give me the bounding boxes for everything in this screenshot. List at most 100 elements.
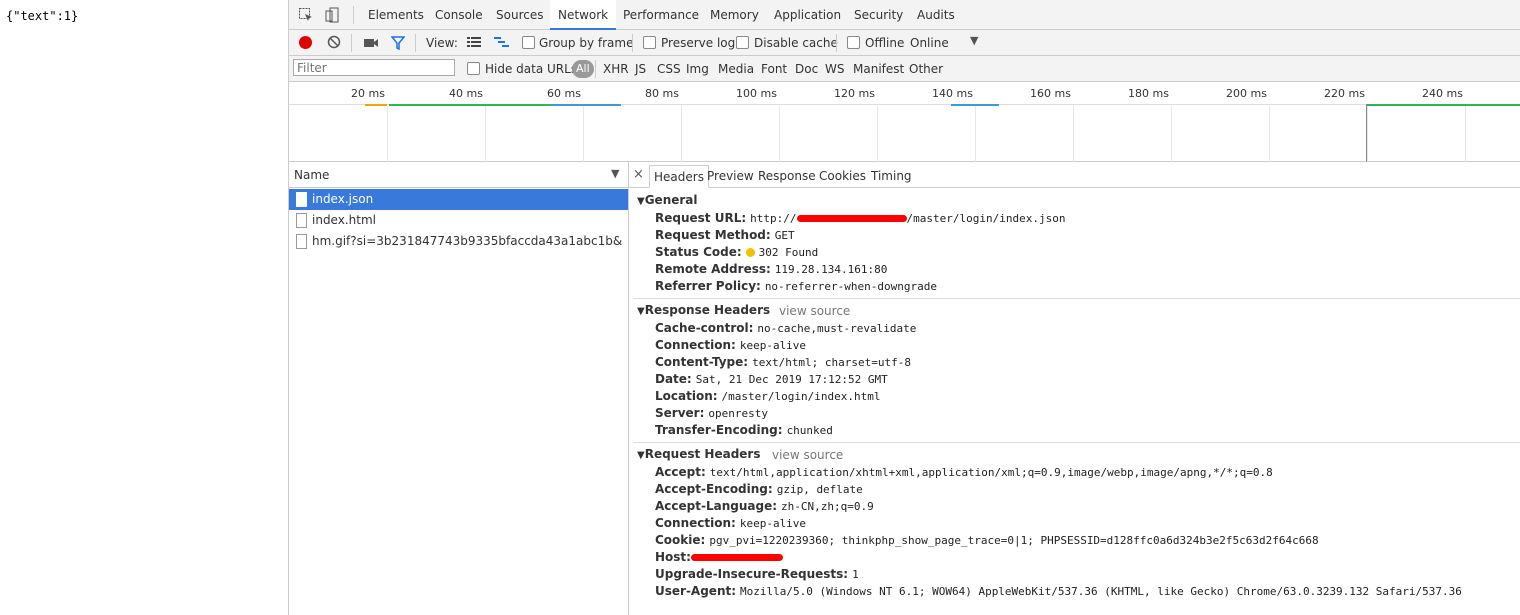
disclosure-triangle-icon: ▼ bbox=[637, 450, 645, 461]
timeline-gridline bbox=[387, 106, 388, 162]
toolbar-divider bbox=[351, 34, 352, 52]
disable-cache-label: Disable cache bbox=[754, 36, 838, 50]
status-indicator-icon bbox=[745, 248, 755, 257]
header-key: Cookie: bbox=[655, 533, 706, 547]
timeline-tick-label: 240 ms bbox=[1422, 87, 1463, 100]
tab-network[interactable]: Network bbox=[550, 0, 617, 30]
header-key: Upgrade-Insecure-Requests: bbox=[655, 567, 849, 581]
tab-elements[interactable]: Elements bbox=[360, 0, 432, 30]
filter-input[interactable] bbox=[293, 59, 455, 76]
header-value-prefix: http:// bbox=[750, 212, 797, 225]
filter-type-ws[interactable]: WS bbox=[825, 62, 844, 76]
header-row: Date: Sat, 21 Dec 2019 17:12:52 GMT bbox=[655, 372, 888, 386]
detail-tab-headers[interactable]: Headers bbox=[649, 165, 709, 188]
filter-type-other[interactable]: Other bbox=[909, 62, 943, 76]
filter-type-all[interactable]: All bbox=[572, 60, 594, 78]
filter-type-font[interactable]: Font bbox=[761, 62, 787, 76]
tab-sources[interactable]: Sources bbox=[488, 0, 551, 30]
header-key: Transfer-Encoding: bbox=[655, 423, 783, 437]
devtools-panel: Elements Console Sources Network Performance… bbox=[288, 0, 1520, 615]
detail-tab-cookies[interactable]: Cookies bbox=[815, 165, 870, 188]
header-key: Remote Address: bbox=[655, 262, 771, 276]
header-key: Cache-control: bbox=[655, 321, 754, 335]
document-icon bbox=[296, 213, 307, 228]
request-row[interactable]: index.json bbox=[289, 189, 628, 210]
timeline-tick-label: 60 ms bbox=[547, 87, 581, 100]
header-row: Accept-Language: zh-CN,zh;q=0.9 bbox=[655, 499, 874, 513]
record-icon[interactable] bbox=[299, 36, 312, 49]
tab-console[interactable]: Console bbox=[427, 0, 491, 30]
group-by-frame-checkbox[interactable] bbox=[522, 36, 535, 49]
timeline-bar-waiting bbox=[365, 104, 387, 106]
response-view-source-link[interactable]: view source bbox=[779, 304, 850, 318]
timeline-tick-label: 20 ms bbox=[351, 87, 385, 100]
header-row: Connection: keep-alive bbox=[655, 516, 806, 530]
timeline-overview[interactable]: 20 ms 40 ms 60 ms 80 ms 100 ms 120 ms 140 ms 16… bbox=[289, 82, 1520, 162]
filter-icon[interactable] bbox=[390, 36, 406, 53]
header-key: Request Method: bbox=[655, 228, 771, 242]
header-key: Accept-Encoding: bbox=[655, 482, 773, 496]
inspect-element-icon[interactable] bbox=[298, 7, 314, 23]
response-headers-label: Response Headers bbox=[644, 303, 771, 317]
filter-type-img[interactable]: Img bbox=[686, 62, 709, 76]
screenshot-camera-icon[interactable] bbox=[363, 36, 379, 53]
filter-type-doc[interactable]: Doc bbox=[795, 62, 818, 76]
large-rows-icon[interactable] bbox=[467, 36, 481, 51]
device-toolbar-icon[interactable] bbox=[324, 7, 340, 23]
header-value-suffix: /master/login/index.json bbox=[906, 212, 1066, 225]
tab-audits[interactable]: Audits bbox=[909, 0, 963, 30]
redaction-mark bbox=[690, 554, 783, 561]
disable-cache-checkbox[interactable] bbox=[736, 36, 749, 49]
timeline-tick-label: 200 ms bbox=[1226, 87, 1267, 100]
view-label: View: bbox=[426, 36, 458, 50]
request-list-header[interactable]: Name ▼ bbox=[289, 162, 628, 188]
tab-memory[interactable]: Memory bbox=[702, 0, 767, 30]
timeline-tick-label: 80 ms bbox=[645, 87, 679, 100]
timeline-tick-label: 100 ms bbox=[736, 87, 777, 100]
request-row[interactable]: hm.gif?si=3b231847743b9335bfaccda43a1abc… bbox=[289, 231, 628, 252]
timeline-tick-label: 220 ms bbox=[1324, 87, 1365, 100]
filter-type-css[interactable]: CSS bbox=[657, 62, 681, 76]
redaction-mark bbox=[796, 215, 907, 222]
throttling-dropdown-icon[interactable]: ▼ bbox=[970, 34, 978, 47]
header-row-remote-address: Remote Address: 119.28.134.161:80 bbox=[655, 262, 887, 276]
filter-type-media[interactable]: Media bbox=[718, 62, 754, 76]
header-key: Server: bbox=[655, 406, 705, 420]
detail-tab-timing[interactable]: Timing bbox=[867, 165, 916, 188]
group-by-frame-label: Group by frame bbox=[539, 36, 634, 50]
hide-data-urls-checkbox[interactable] bbox=[467, 62, 480, 75]
request-headers-section-title[interactable]: ▼Request Headers bbox=[637, 447, 760, 461]
preserve-log-checkbox[interactable] bbox=[643, 36, 656, 49]
header-key: Accept: bbox=[655, 465, 706, 479]
timeline-tick-label: 40 ms bbox=[449, 87, 483, 100]
header-row: Cookie: pgv_pvi=1220239360; thinkphp_show… bbox=[655, 533, 1319, 547]
request-row[interactable]: index.html bbox=[289, 210, 628, 231]
header-key: Accept-Language: bbox=[655, 499, 778, 513]
detail-tabs-bar: × Headers Preview Response Cookies Timin… bbox=[629, 162, 1520, 188]
header-key: Date: bbox=[655, 372, 692, 386]
clear-icon[interactable] bbox=[327, 35, 341, 52]
request-name: hm.gif?si=3b231847743b9335bfaccda43a1abc… bbox=[312, 234, 622, 248]
sort-dropdown-icon[interactable]: ▼ bbox=[611, 167, 619, 180]
offline-checkbox[interactable] bbox=[847, 36, 860, 49]
detail-tab-response[interactable]: Response bbox=[754, 165, 820, 188]
close-icon[interactable]: × bbox=[633, 167, 644, 182]
filter-type-js[interactable]: JS bbox=[635, 62, 646, 76]
tab-application[interactable]: Application bbox=[766, 0, 849, 30]
header-key: Content-Type: bbox=[655, 355, 749, 369]
filter-type-xhr[interactable]: XHR bbox=[603, 62, 629, 76]
request-view-source-link[interactable]: view source bbox=[772, 448, 843, 462]
tab-security[interactable]: Security bbox=[846, 0, 911, 30]
header-value: keep-alive bbox=[739, 339, 807, 352]
general-section-title[interactable]: ▼General bbox=[637, 193, 698, 207]
header-value: chunked bbox=[786, 424, 833, 437]
header-row: Transfer-Encoding: chunked bbox=[655, 423, 833, 437]
document-icon bbox=[296, 234, 307, 249]
detail-tab-preview[interactable]: Preview bbox=[703, 165, 758, 188]
tab-performance[interactable]: Performance bbox=[615, 0, 707, 30]
filter-type-manifest[interactable]: Manifest bbox=[853, 62, 904, 76]
waterfall-overview-icon[interactable] bbox=[494, 36, 510, 51]
response-headers-section-title[interactable]: ▼Response Headers bbox=[637, 303, 770, 317]
throttling-select[interactable]: Online bbox=[910, 36, 949, 50]
disclosure-triangle-icon: ▼ bbox=[637, 306, 645, 317]
